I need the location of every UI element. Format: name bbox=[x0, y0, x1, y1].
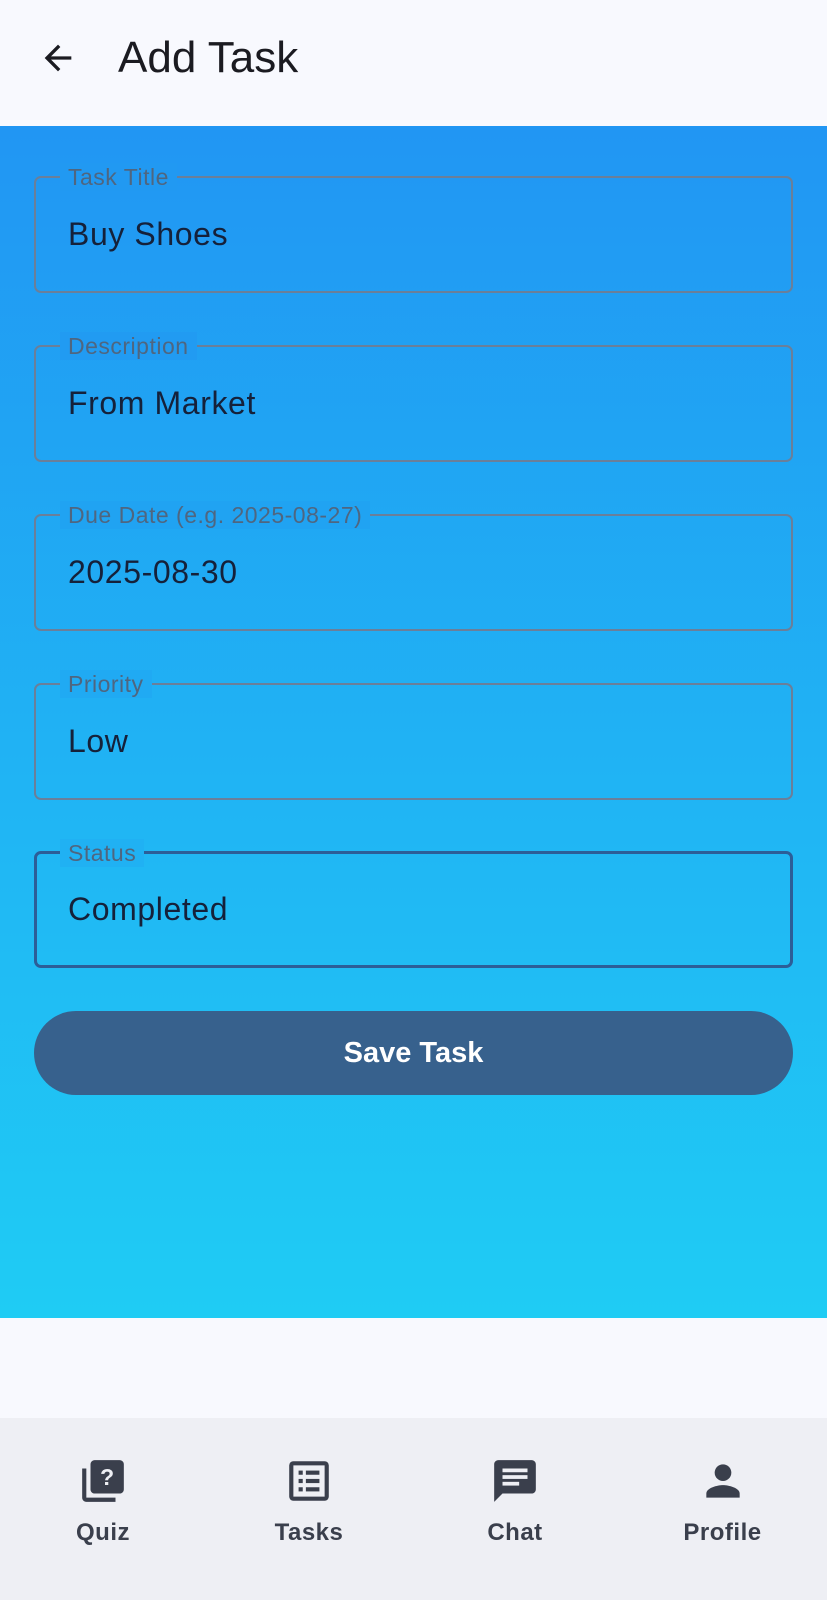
status-field[interactable]: Status Completed bbox=[34, 839, 793, 968]
quiz-icon: ? bbox=[78, 1456, 128, 1506]
nav-label-quiz: Quiz bbox=[76, 1519, 130, 1546]
nav-item-chat[interactable]: Chat bbox=[412, 1418, 618, 1600]
tasks-list-icon bbox=[284, 1456, 334, 1506]
task-title-label: Task Title bbox=[60, 163, 177, 191]
page-title: Add Task bbox=[118, 33, 299, 82]
nav-item-tasks[interactable]: Tasks bbox=[206, 1418, 412, 1600]
status-input[interactable]: Completed bbox=[68, 889, 748, 929]
nav-label-chat: Chat bbox=[487, 1519, 543, 1546]
description-input[interactable]: From Market bbox=[68, 383, 748, 423]
nav-item-profile[interactable]: Profile bbox=[618, 1418, 827, 1600]
back-button[interactable] bbox=[30, 30, 86, 86]
nav-item-quiz[interactable]: ? Quiz bbox=[0, 1418, 206, 1600]
svg-text:?: ? bbox=[100, 1464, 114, 1490]
due-date-input[interactable]: 2025-08-30 bbox=[68, 552, 748, 592]
app-bar: Add Task bbox=[0, 0, 827, 126]
priority-label: Priority bbox=[60, 670, 152, 698]
description-label: Description bbox=[60, 332, 197, 360]
priority-field[interactable]: Priority Low bbox=[34, 670, 793, 800]
task-title-input[interactable]: Buy Shoes bbox=[68, 214, 748, 254]
priority-input[interactable]: Low bbox=[68, 721, 748, 761]
due-date-field[interactable]: Due Date (e.g. 2025-08-27) 2025-08-30 bbox=[34, 501, 793, 631]
due-date-label: Due Date (e.g. 2025-08-27) bbox=[60, 501, 371, 529]
chat-icon bbox=[490, 1456, 540, 1506]
status-label: Status bbox=[60, 839, 145, 867]
save-task-button[interactable]: Save Task bbox=[34, 1011, 793, 1095]
person-icon bbox=[698, 1456, 748, 1506]
description-field[interactable]: Description From Market bbox=[34, 332, 793, 462]
nav-label-profile: Profile bbox=[683, 1519, 762, 1546]
nav-label-tasks: Tasks bbox=[274, 1519, 344, 1546]
arrow-left-icon bbox=[44, 44, 72, 72]
task-title-field[interactable]: Task Title Buy Shoes bbox=[34, 163, 793, 293]
task-form: Task Title Buy Shoes Description From Ma… bbox=[0, 126, 827, 1318]
bottom-navigation: ? Quiz Tasks Chat Profile bbox=[0, 1418, 827, 1600]
